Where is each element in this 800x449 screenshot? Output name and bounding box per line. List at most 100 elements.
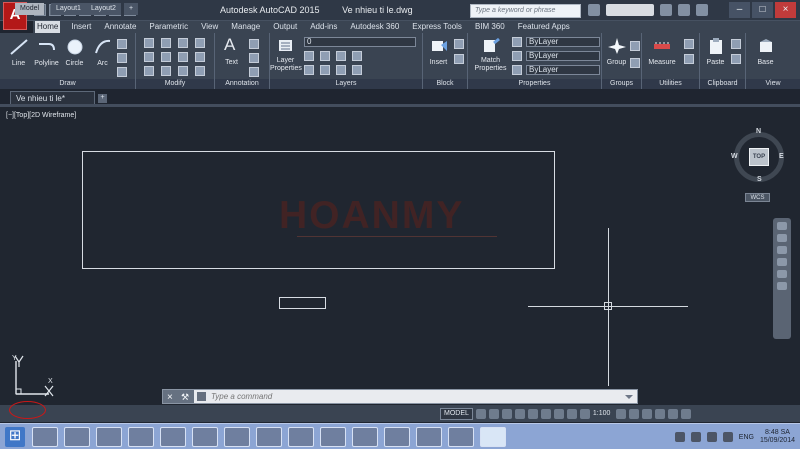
table-icon[interactable]	[249, 67, 259, 77]
block-panel-label[interactable]: Block	[423, 79, 467, 89]
groups-panel-label[interactable]: Groups	[602, 79, 641, 89]
minimize-icon[interactable]: –	[729, 2, 750, 18]
ungroup-icon[interactable]	[630, 41, 640, 51]
exchange-icon[interactable]	[678, 4, 690, 16]
paste-tool[interactable]: Paste	[703, 35, 728, 70]
properties-panel-label[interactable]: Properties	[468, 79, 601, 89]
view-panel-label[interactable]: View	[746, 79, 800, 89]
model-space-button[interactable]: MODEL	[440, 407, 473, 420]
clipboard-panel-label[interactable]: Clipboard	[700, 79, 745, 89]
stretch-icon[interactable]	[144, 66, 154, 76]
input-language[interactable]: ENG	[739, 434, 754, 441]
modify-panel-label[interactable]: Modify	[136, 79, 214, 89]
tab-home[interactable]: Home	[35, 21, 61, 33]
tab-manage[interactable]: Manage	[229, 21, 262, 33]
close-command-icon[interactable]: ×	[167, 392, 173, 403]
command-history-icon[interactable]	[197, 392, 206, 401]
chevron-up-icon[interactable]	[625, 395, 633, 399]
object-snap-icon[interactable]	[527, 408, 538, 419]
cut-icon[interactable]	[731, 39, 741, 49]
tab-autodesk-360[interactable]: Autodesk 360	[348, 21, 401, 33]
layers-panel-label[interactable]: Layers	[270, 79, 422, 89]
ellipse-icon[interactable]	[117, 53, 127, 63]
color-dropdown[interactable]: ByLayer	[526, 37, 600, 47]
layer-isolate-icon[interactable]	[304, 65, 314, 75]
array-icon[interactable]	[178, 66, 188, 76]
navbar-settings-icon[interactable]	[777, 282, 787, 290]
erase-icon[interactable]	[195, 38, 205, 48]
layer-unisolate-icon[interactable]	[352, 65, 362, 75]
tab-output[interactable]: Output	[271, 21, 299, 33]
selection-cycling-icon[interactable]	[553, 408, 564, 419]
user-account[interactable]	[606, 4, 654, 16]
tab-view[interactable]: View	[199, 21, 220, 33]
clock[interactable]: 8:48 SA 15/09/2014	[760, 429, 795, 445]
explode-icon[interactable]	[195, 52, 205, 62]
layout2-tab[interactable]: Layout2	[86, 3, 121, 15]
layer-freeze-icon[interactable]	[320, 51, 330, 61]
trim-icon[interactable]	[178, 38, 188, 48]
polyline-tool[interactable]: Polyline	[31, 36, 62, 71]
rectangle-icon[interactable]	[117, 39, 127, 49]
auto-scale-icon[interactable]	[579, 408, 590, 419]
layout1-tab[interactable]: Layout1	[51, 3, 86, 15]
mirror-icon[interactable]	[161, 52, 171, 62]
zoom-extents-icon[interactable]	[777, 246, 787, 254]
chrome-icon[interactable]	[64, 427, 90, 447]
isolate-objects-icon[interactable]	[641, 408, 652, 419]
orbit-icon[interactable]	[777, 258, 787, 266]
documents-icon[interactable]	[384, 427, 410, 447]
tab-annotate[interactable]: Annotate	[102, 21, 138, 33]
lineweight-dropdown[interactable]: ByLayer	[526, 51, 600, 61]
tab-bim-360[interactable]: BIM 360	[473, 21, 507, 33]
restore-icon[interactable]: □	[752, 2, 773, 18]
cart-icon[interactable]	[660, 4, 672, 16]
tray-network-icon[interactable]	[706, 432, 717, 442]
small-rectangle[interactable]	[279, 297, 326, 309]
photos-icon[interactable]	[224, 427, 250, 447]
game-controller-icon[interactable]	[416, 427, 442, 447]
measure-tool[interactable]: Measure	[644, 35, 680, 70]
showmotion-icon[interactable]	[777, 270, 787, 278]
copy-clip-icon[interactable]	[731, 54, 741, 64]
layer-off-icon[interactable]	[320, 65, 330, 75]
object-track-icon[interactable]	[540, 408, 551, 419]
workspace-icon[interactable]	[615, 408, 626, 419]
onenote-icon[interactable]	[160, 427, 186, 447]
new-file-tab-button[interactable]: +	[98, 94, 107, 103]
offset-icon[interactable]	[195, 66, 205, 76]
layer-lock-icon[interactable]	[336, 51, 346, 61]
tab-featured-apps[interactable]: Featured Apps	[516, 21, 572, 33]
full-navigation-wheel-icon[interactable]	[777, 222, 787, 230]
quick-select-icon[interactable]	[684, 54, 694, 64]
model-tab[interactable]: Model	[15, 3, 45, 15]
internet-explorer-icon[interactable]	[352, 427, 378, 447]
viewcube-top-face[interactable]: TOP	[749, 148, 769, 166]
group-edit-icon[interactable]	[630, 58, 640, 68]
layer-current-icon[interactable]	[336, 65, 346, 75]
new-layout-tab[interactable]: +	[124, 3, 138, 15]
move-icon[interactable]	[144, 38, 154, 48]
help-search-input[interactable]: Type a keyword or phrase	[470, 4, 581, 18]
viewport-label[interactable]: [−][Top][2D Wireframe]	[6, 112, 76, 119]
tray-shield-icon[interactable]	[690, 432, 701, 442]
fillet-icon[interactable]	[178, 52, 188, 62]
tab-insert[interactable]: Insert	[69, 21, 93, 33]
customization-icon[interactable]	[680, 408, 691, 419]
edit-block-icon[interactable]	[454, 54, 464, 64]
match-properties-tool[interactable]: Match Properties	[474, 35, 507, 73]
windows-start-icon[interactable]: ⊞	[5, 427, 25, 447]
tab-express-tools[interactable]: Express Tools	[410, 21, 464, 33]
file-tab-active[interactable]: Ve nhieu ti le*	[10, 91, 95, 104]
autocad-taskbar-icon[interactable]	[480, 427, 506, 447]
large-rectangle[interactable]	[82, 151, 555, 269]
arc-tool[interactable]: Arc	[90, 36, 115, 71]
copy-icon[interactable]	[144, 52, 154, 62]
paint-icon[interactable]	[256, 427, 282, 447]
layer-on-icon[interactable]	[304, 51, 314, 61]
clean-screen-icon[interactable]	[667, 408, 678, 419]
pan-icon[interactable]	[777, 234, 787, 242]
scale-icon[interactable]	[161, 66, 171, 76]
tray-volume-icon[interactable]	[722, 432, 733, 442]
close-icon[interactable]: ×	[775, 2, 796, 18]
